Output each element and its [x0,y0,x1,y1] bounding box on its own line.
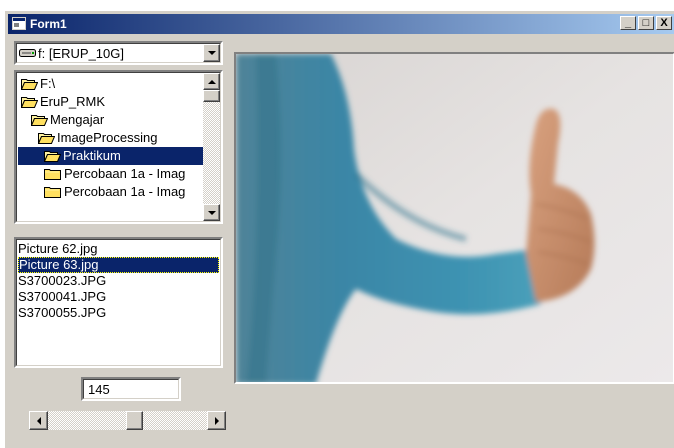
chevron-left-icon [36,416,41,425]
open-folder-icon [21,79,38,90]
close-button[interactable]: X [656,16,672,30]
scroll-thumb[interactable] [203,90,220,102]
form1-window: Form1 _ □ X f: [ERUP_10G] F:\ EruP_RMK M… [4,10,674,448]
drive-list-combo[interactable]: f: [ERUP_10G] [14,41,223,65]
window-title: Form1 [30,17,67,31]
dir-item-selected[interactable]: Praktikum [18,147,204,165]
file-item[interactable]: Picture 62.jpg [18,241,98,257]
dir-item[interactable]: Mengajar [18,111,204,129]
hscroll-right-button[interactable] [207,411,226,430]
open-folder-icon [38,133,55,144]
open-folder-icon [44,151,61,162]
scroll-up-button[interactable] [203,73,220,90]
drive-selected-value: f: [ERUP_10G] [38,46,124,61]
picture-box [234,52,674,384]
minimize-button[interactable]: _ [620,16,636,30]
dir-item[interactable]: Percobaan 1a - Imag [18,165,204,183]
drive-dropdown-button[interactable] [203,44,220,62]
dir-item[interactable]: ImageProcessing [18,129,204,147]
title-bar[interactable]: Form1 _ □ X [8,14,674,34]
value-textbox[interactable]: 145 [81,377,181,401]
dir-item[interactable]: F:\ [18,75,204,93]
open-folder-icon [21,97,38,108]
closed-folder-icon [44,169,61,180]
dir-list-box[interactable]: F:\ EruP_RMK Mengajar ImageProcessing Pr… [14,70,223,224]
file-item[interactable]: S3700055.JPG [18,305,106,321]
dir-item[interactable]: Percobaan 1a - Imag [18,183,204,201]
chevron-down-icon [207,51,216,55]
value-text: 145 [88,382,110,397]
value-hscrollbar[interactable] [29,411,226,430]
chevron-right-icon [214,416,219,425]
hscroll-left-button[interactable] [29,411,48,430]
open-folder-icon [31,115,48,126]
maximize-button[interactable]: □ [638,16,654,30]
file-item[interactable]: S3700023.JPG [18,273,106,289]
file-list-box[interactable]: Picture 62.jpg Picture 63.jpg S3700023.J… [14,237,223,368]
chevron-down-icon [207,210,216,215]
hscroll-thumb[interactable] [126,411,143,430]
drive-icon [19,49,36,57]
file-item-selected[interactable]: Picture 63.jpg [18,257,219,273]
thumbs-up-photo [236,54,673,382]
chevron-up-icon [207,79,216,84]
closed-folder-icon [44,187,61,198]
dir-item[interactable]: EruP_RMK [18,93,204,111]
scroll-down-button[interactable] [203,204,220,221]
file-item[interactable]: S3700041.JPG [18,289,106,305]
form-icon [12,17,26,30]
